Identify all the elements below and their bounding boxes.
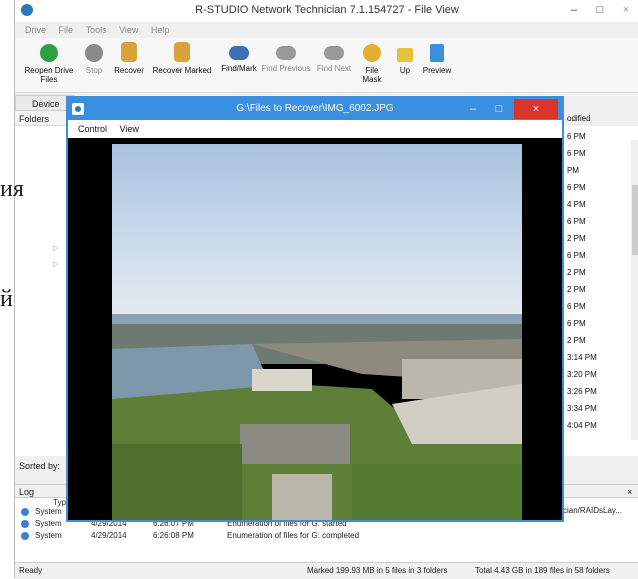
status-ready: Ready: [19, 566, 43, 575]
background-text-fragment: ия: [0, 176, 24, 202]
close-log-icon[interactable]: ×: [627, 485, 632, 499]
menu-tools[interactable]: Tools: [86, 22, 107, 38]
log-row-date: 4/29/2014: [91, 531, 127, 540]
menu-drive[interactable]: Drive: [25, 22, 46, 38]
file-row-modified[interactable]: 2 PM: [567, 234, 586, 243]
image-canvas[interactable]: [68, 138, 562, 520]
find-next-label: Find Next: [316, 64, 352, 73]
preview-label: Preview: [422, 66, 452, 75]
info-icon: [21, 520, 29, 528]
viewer-menu-bar: Control View: [68, 120, 562, 138]
viewer-maximize-button[interactable]: □: [486, 99, 512, 119]
close-button[interactable]: ×: [613, 0, 638, 20]
file-row-modified[interactable]: 6 PM: [567, 319, 586, 328]
title-bar: R-STUDIO Network Technician 7.1.154727 -…: [15, 0, 638, 22]
status-total: Total 4.43 GB in 189 files in 58 folders: [475, 566, 610, 575]
file-row-modified[interactable]: 4 PM: [567, 200, 586, 209]
stop-label: Stop: [85, 66, 103, 75]
preview-icon: [430, 44, 444, 62]
menu-bar: Drive File Tools View Help: [15, 22, 638, 38]
file-list-modified-column[interactable]: odified 6 PM 6 PM PM 6 PM 4 PM 6 PM 2 PM 6 PM 2 …: [563, 114, 638, 456]
recover-marked-button[interactable]: Recover Marked: [151, 40, 213, 75]
scrollbar-thumb[interactable]: [632, 185, 638, 255]
up-button[interactable]: Up: [395, 40, 415, 75]
stop-icon: [85, 44, 103, 62]
file-row-modified[interactable]: 3:26 PM: [567, 387, 597, 396]
file-mask-label: File Mask: [362, 66, 382, 84]
up-label: Up: [399, 66, 411, 75]
log-row-time: 6:26:08 PM: [153, 531, 194, 540]
recover-icon: [121, 42, 137, 62]
file-row-modified[interactable]: 3:20 PM: [567, 370, 597, 379]
find-previous-button[interactable]: Find Previous: [261, 40, 311, 73]
device-tab-label: Device: [32, 99, 60, 109]
file-row-modified[interactable]: 3:34 PM: [567, 404, 597, 413]
menu-file[interactable]: File: [59, 22, 74, 38]
recover-marked-icon: [174, 42, 190, 62]
viewer-close-button[interactable]: ×: [514, 99, 558, 119]
log-row-type: System: [35, 531, 62, 540]
viewer-title-bar[interactable]: G:\Files to Recover\IMG_6002.JPG – □ ×: [68, 98, 562, 120]
status-marked: Marked 199.93 MB in 5 files in 3 folders: [307, 566, 448, 575]
recover-marked-label: Recover Marked: [152, 66, 212, 75]
file-row-modified[interactable]: 6 PM: [567, 183, 586, 192]
viewer-menu-control[interactable]: Control: [78, 120, 107, 138]
toolbar: Reopen Drive Files Stop Recover Recover …: [15, 38, 638, 93]
find-mark-label: Find/Mark: [221, 64, 257, 73]
binoculars-prev-icon: [276, 46, 296, 60]
file-row-modified[interactable]: 3:14 PM: [567, 353, 597, 362]
binoculars-next-icon: [324, 46, 344, 60]
find-next-button[interactable]: Find Next: [313, 40, 355, 73]
info-icon: [21, 508, 29, 516]
file-mask-icon: [363, 44, 381, 62]
recover-label: Recover: [114, 66, 144, 75]
image-viewer-window: G:\Files to Recover\IMG_6002.JPG – □ × C…: [66, 96, 564, 522]
refresh-icon: [40, 44, 58, 62]
file-row-modified[interactable]: 6 PM: [567, 217, 586, 226]
menu-help[interactable]: Help: [151, 22, 170, 38]
log-row-type: System: [35, 507, 62, 516]
file-row-modified[interactable]: 2 PM: [567, 285, 586, 294]
file-mask-button[interactable]: File Mask: [355, 40, 389, 84]
stop-button[interactable]: Stop: [81, 40, 107, 75]
status-bar: Ready Marked 199.93 MB in 5 files in 3 f…: [15, 562, 638, 579]
file-row-modified[interactable]: 2 PM: [567, 336, 586, 345]
photo-drawing: [112, 144, 522, 520]
background-text-fragment: й: [0, 286, 13, 312]
viewer-menu-view[interactable]: View: [120, 120, 139, 138]
minimize-button[interactable]: –: [561, 0, 587, 20]
reopen-label: Reopen Drive Files: [24, 66, 74, 84]
tree-expand-icon[interactable]: ▷: [53, 244, 58, 252]
file-row-modified[interactable]: 6 PM: [567, 132, 586, 141]
binoculars-icon: [229, 46, 249, 60]
find-previous-label: Find Previous: [261, 64, 311, 73]
file-row-modified[interactable]: 6 PM: [567, 251, 586, 260]
recover-button[interactable]: Recover: [111, 40, 147, 75]
info-icon: [21, 532, 29, 540]
window-title: R-STUDIO Network Technician 7.1.154727 -…: [195, 4, 459, 16]
menu-view[interactable]: View: [119, 22, 138, 38]
up-folder-icon: [397, 48, 413, 62]
log-row[interactable]: System 4/29/2014 6:26:08 PM Enumeration …: [15, 530, 575, 542]
file-row-modified[interactable]: 6 PM: [567, 302, 586, 311]
log-row-text: Enumeration of files for G: completed: [227, 531, 360, 540]
modified-column-header[interactable]: odified: [567, 114, 591, 123]
log-title: Log: [19, 487, 35, 497]
tree-expand-icon[interactable]: ▷: [53, 260, 58, 268]
find-mark-button[interactable]: Find/Mark: [219, 40, 259, 73]
file-row-modified[interactable]: 4:04 PM: [567, 421, 597, 430]
preview-button[interactable]: Preview: [419, 40, 455, 75]
file-row-modified[interactable]: 2 PM: [567, 268, 586, 277]
log-row-type: System: [35, 519, 62, 528]
viewer-minimize-button[interactable]: –: [460, 99, 486, 119]
reopen-drive-files-button[interactable]: Reopen Drive Files: [21, 40, 77, 84]
city-aerial-photo: [112, 144, 522, 520]
file-row-modified[interactable]: PM: [567, 166, 579, 175]
file-row-modified[interactable]: 6 PM: [567, 149, 586, 158]
maximize-button[interactable]: □: [587, 0, 613, 20]
